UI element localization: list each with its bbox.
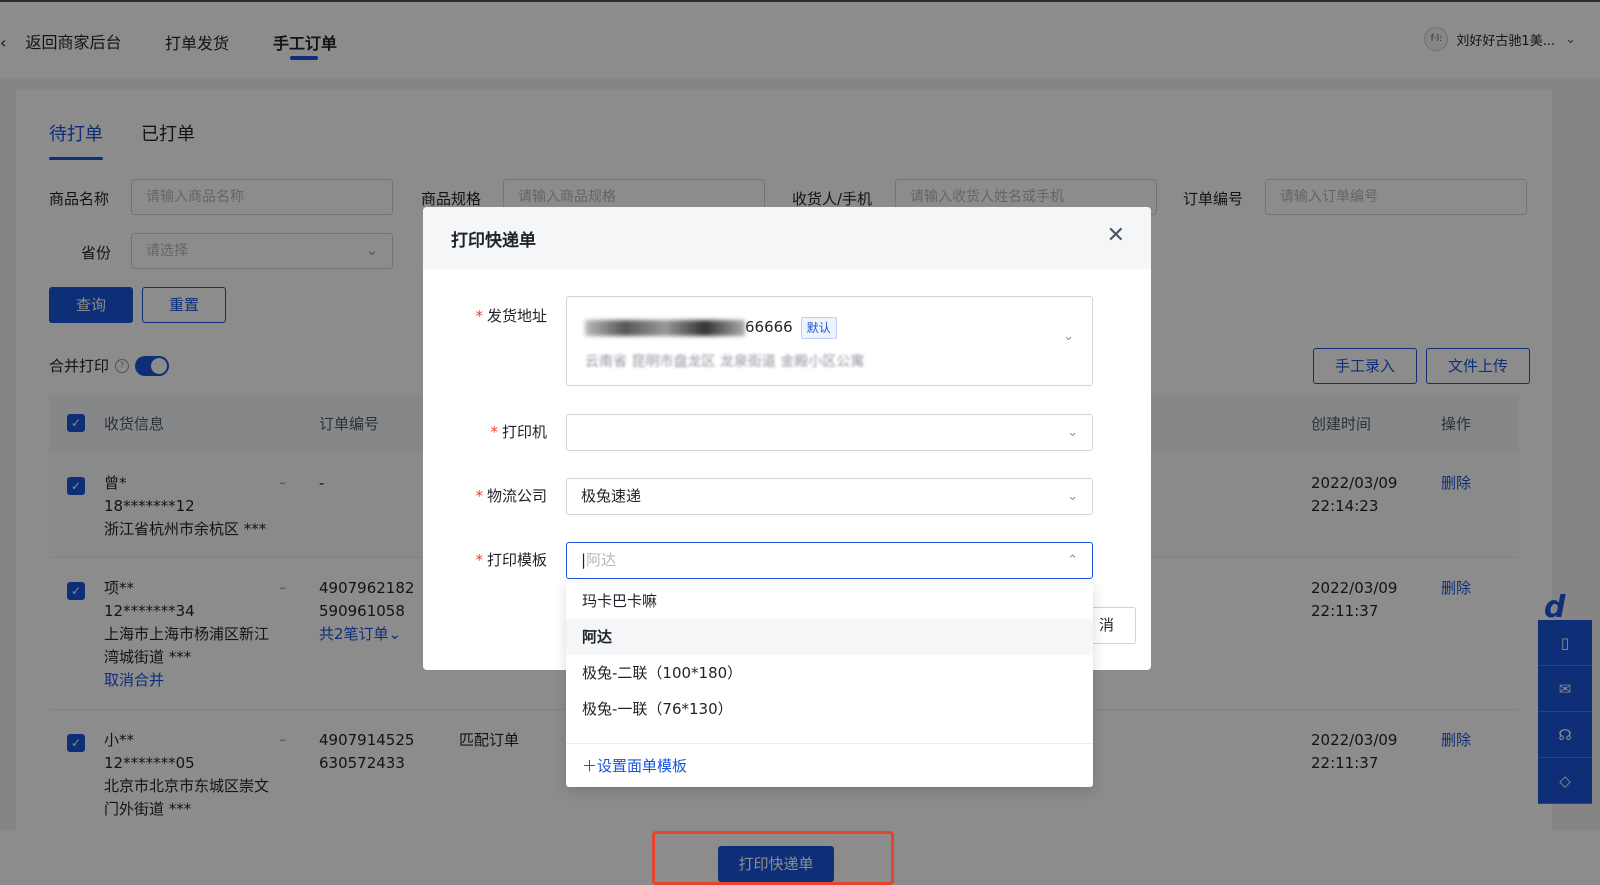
logistics-value: 极兔速递 [581, 487, 642, 505]
ship-address-select[interactable]: 66666 默认 云南省 昆明市盘龙区 龙泉街道 金殿小区公寓 ⌄ [566, 296, 1093, 386]
printer-select[interactable]: ⌄ [566, 414, 1093, 451]
ship-address-label: * 发货地址 [475, 307, 547, 325]
chevron-down-icon: ⌄ [1063, 329, 1074, 344]
chevron-up-icon: ⌃ [1067, 553, 1078, 568]
template-placeholder: 阿达 [586, 551, 617, 569]
template-select[interactable]: |阿达 ⌃ [566, 542, 1093, 579]
ship-address-line2: 云南省 昆明市盘龙区 龙泉街道 金殿小区公寓 [585, 354, 865, 370]
cancel-button[interactable]: 消 [1086, 607, 1136, 644]
setup-template-link[interactable]: ＋设置面单模板 [566, 743, 1093, 787]
chevron-down-icon: ⌄ [1067, 425, 1078, 440]
modal-header: 打印快递单 ✕ [423, 207, 1151, 269]
template-label-text: 打印模板 [486, 551, 547, 569]
template-option[interactable]: 极兔-二联（100*180） [566, 655, 1093, 691]
redacted-contact [585, 319, 745, 336]
template-option-selected[interactable]: 阿达 [566, 619, 1093, 655]
logistics-label-text: 物流公司 [486, 487, 547, 505]
logistics-label: * 物流公司 [475, 487, 547, 505]
template-option[interactable]: 极兔-一联（76*130） [566, 691, 1093, 727]
template-dropdown: 玛卡巴卡嘛 阿达 极兔-二联（100*180） 极兔-一联（76*130） ＋设… [566, 583, 1093, 787]
printer-label: * 打印机 [490, 423, 547, 441]
template-option[interactable]: 玛卡巴卡嘛 [566, 583, 1093, 619]
ship-address-label-text: 发货地址 [486, 307, 547, 325]
logistics-select[interactable]: 极兔速递 ⌄ [566, 478, 1093, 515]
chevron-down-icon: ⌄ [1067, 489, 1078, 504]
close-icon[interactable]: ✕ [1107, 223, 1125, 248]
ship-address-line1: 66666 默认 [585, 317, 837, 339]
default-badge: 默认 [800, 317, 837, 339]
template-label: * 打印模板 [475, 551, 547, 569]
ship-address-phone: 66666 [745, 318, 793, 336]
printer-label-text: 打印机 [501, 423, 547, 441]
annotation-highlight-box [652, 831, 894, 885]
modal-title: 打印快递单 [451, 231, 536, 251]
